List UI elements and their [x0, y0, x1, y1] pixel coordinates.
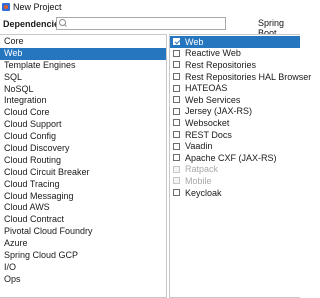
dependency-list[interactable]: Web Reactive Web Rest Repositories Rest Rep…	[169, 34, 311, 298]
title-bar: New Project	[0, 0, 300, 14]
category-item[interactable]: Cloud Tracing	[0, 179, 166, 191]
dependency-item[interactable]: REST Docs	[170, 129, 300, 141]
category-list[interactable]: Core Web Template Engines SQL NoSQL Integrati…	[0, 34, 167, 298]
category-item[interactable]: Cloud Contract	[0, 214, 166, 226]
dependency-item: Ratpack	[170, 164, 300, 176]
dependency-item[interactable]: Reactive Web	[170, 48, 300, 60]
dependency-item[interactable]: Rest Repositories	[170, 59, 300, 71]
dependency-item[interactable]: Websocket	[170, 117, 300, 129]
toolbar: Dependencies Spring Boot	[0, 17, 300, 38]
dependency-label: Web	[185, 36, 204, 47]
dependency-item[interactable]: Rest Repositories HAL Browser	[170, 71, 311, 83]
dependency-label: HATEOAS	[185, 83, 228, 94]
dependency-label: Rest Repositories	[185, 59, 257, 70]
category-item[interactable]: I/O	[0, 262, 166, 274]
checkbox	[173, 165, 180, 173]
dependency-item[interactable]: Vaadin	[170, 140, 300, 152]
checkbox[interactable]	[173, 84, 180, 92]
category-item[interactable]: Web	[0, 47, 166, 60]
dependency-label: Reactive Web	[185, 48, 241, 59]
checkbox[interactable]	[173, 73, 180, 81]
dependency-label: Mobile	[185, 175, 212, 186]
category-item[interactable]: Integration	[0, 95, 166, 107]
dependency-item[interactable]: Web	[170, 36, 300, 48]
checkbox[interactable]	[173, 142, 180, 150]
category-item[interactable]: SQL	[0, 72, 166, 84]
dependency-item[interactable]: HATEOAS	[170, 82, 300, 94]
category-item[interactable]: Cloud Messaging	[0, 191, 166, 203]
category-item[interactable]: Ops	[0, 274, 166, 286]
dependency-item[interactable]: Jersey (JAX-RS)	[170, 106, 300, 118]
app-icon	[2, 3, 10, 11]
dependency-label: Ratpack	[185, 164, 219, 175]
checkbox[interactable]	[173, 154, 180, 162]
checkbox[interactable]	[173, 107, 180, 115]
category-item[interactable]: Cloud Routing	[0, 155, 166, 167]
category-item[interactable]: Cloud AWS	[0, 202, 166, 214]
category-item[interactable]: Cloud Support	[0, 119, 166, 131]
checkbox[interactable]	[173, 189, 180, 197]
dependencies-label: Dependencies	[3, 19, 65, 29]
dependency-label: Websocket	[185, 117, 230, 128]
dependency-item: Mobile	[170, 175, 300, 187]
category-item[interactable]: Cloud Circuit Breaker	[0, 167, 166, 179]
category-item[interactable]: Template Engines	[0, 60, 166, 72]
checkbox[interactable]	[173, 119, 180, 127]
category-item[interactable]: Azure	[0, 238, 166, 250]
dependency-label: Jersey (JAX-RS)	[185, 106, 253, 117]
dependency-item[interactable]: Apache CXF (JAX-RS)	[170, 152, 300, 164]
checkbox	[173, 177, 180, 185]
checkbox[interactable]	[173, 96, 180, 104]
category-item[interactable]: Core	[0, 36, 166, 48]
checkbox[interactable]	[173, 61, 180, 69]
checkbox[interactable]	[173, 49, 180, 57]
search-icon	[59, 19, 68, 28]
category-item[interactable]: Cloud Discovery	[0, 143, 166, 155]
dependency-label: Rest Repositories HAL Browser	[185, 71, 312, 82]
new-project-window: New Project Dependencies Spring Boot Cor…	[0, 0, 311, 298]
dependency-item[interactable]: Web Services	[170, 94, 300, 106]
search-input[interactable]	[70, 18, 220, 29]
category-item[interactable]: Spring Cloud GCP	[0, 250, 166, 262]
dependency-label: Web Services	[185, 94, 241, 105]
search-field[interactable]	[56, 17, 226, 30]
checkbox-checked[interactable]	[173, 38, 180, 46]
category-item[interactable]: Cloud Config	[0, 131, 166, 143]
category-item[interactable]: Cloud Core	[0, 107, 166, 119]
category-item[interactable]: Pivotal Cloud Foundry	[0, 226, 166, 238]
dependency-item[interactable]: Keycloak	[170, 187, 300, 199]
category-item[interactable]: NoSQL	[0, 84, 166, 96]
dependency-label: Vaadin	[185, 141, 213, 152]
checkbox[interactable]	[173, 131, 180, 139]
dependency-label: Keycloak	[185, 187, 222, 198]
dependency-label: Apache CXF (JAX-RS)	[185, 152, 277, 163]
dependency-label: REST Docs	[185, 129, 232, 140]
window-title: New Project	[13, 2, 62, 12]
